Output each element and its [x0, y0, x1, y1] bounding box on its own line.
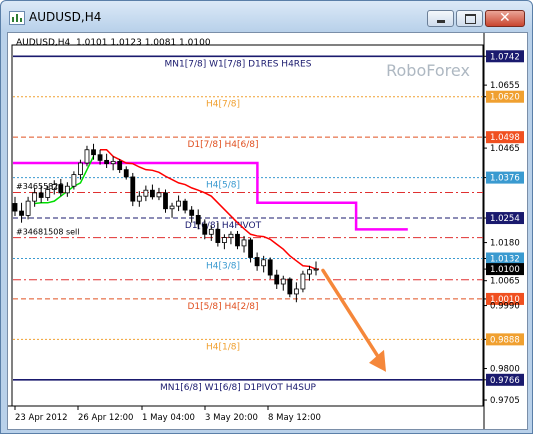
candle-body [195, 214, 201, 225]
candle-body [300, 273, 306, 290]
close-icon: ✕ [499, 10, 511, 26]
candle-body [130, 176, 136, 202]
candle-body [71, 174, 77, 187]
price-tag-label-9: 1.0100 [490, 265, 520, 275]
candle-body [313, 268, 319, 271]
candle-body [163, 192, 168, 210]
candle-body [150, 189, 155, 198]
time-tick-label-3: 3 May 20:00 [205, 413, 258, 423]
time-tick-label-1: 26 Apr 12:00 [78, 413, 133, 423]
time-tick-label-4: 8 May 12:00 [268, 413, 321, 423]
level-label-1: H4[7/8] [206, 100, 240, 110]
candle-body [267, 259, 273, 276]
price-chart[interactable]: AUDUSD,H4 1.0101 1.0123 1.0081 1.0100 Robo… [8, 33, 527, 429]
chart-ohlc: 1.0101 1.0123 1.0081 1.0100 [76, 38, 211, 48]
price-tick-label-16: 0.9705 [490, 396, 520, 406]
candle-body [189, 209, 195, 216]
candle-body [84, 149, 90, 164]
price-tag-label-6: 1.0254 [490, 214, 520, 224]
price-tag-label-2: 1.0620 [490, 93, 520, 103]
price-tick-label-12: 0.9990 [490, 302, 520, 312]
close-button[interactable]: ✕ [485, 10, 525, 27]
chart-symbol: AUDUSD,H4 [16, 38, 71, 48]
candle-body [97, 154, 103, 161]
candle-body [123, 169, 129, 178]
level-label-7: H4[1/8] [206, 342, 240, 352]
candle-body [221, 237, 227, 243]
price-tag-label-3: 1.0498 [490, 133, 520, 143]
candle-body [254, 257, 260, 267]
candle-body [78, 162, 83, 176]
chart-window: AUDUSD,H4 ✕ AUDUSD,H4 1.0101 1.0123 1.008… [0, 0, 533, 434]
title-bar[interactable]: AUDUSD,H4 ✕ [1, 1, 532, 33]
candle-body [228, 233, 234, 239]
candle-body [117, 160, 123, 171]
candle-body [38, 192, 44, 198]
price-tick-label-7: 1.0180 [490, 239, 520, 249]
candle-body [182, 200, 188, 211]
candle-body [104, 159, 110, 165]
time-tick-label-2: 1 May 04:00 [142, 413, 195, 423]
candle-body [169, 205, 175, 210]
level-label-3: H4[5/8] [206, 181, 240, 191]
candle-body [25, 200, 31, 216]
candle-body [261, 259, 267, 267]
level-label-5: H4[3/8] [206, 261, 240, 271]
chart-app-icon [9, 11, 25, 25]
candle-body [293, 288, 299, 295]
candle-body [208, 228, 214, 235]
minimize-button[interactable] [427, 10, 454, 27]
candle-body [287, 278, 293, 295]
window-title: AUDUSD,H4 [29, 10, 102, 24]
chart-area[interactable]: AUDUSD,H4 1.0101 1.0123 1.0081 1.0100 Robo… [7, 32, 528, 430]
level-label-0: MN1[7/8] W1[7/8] D1RES H4RES [165, 59, 312, 69]
price-tag-label-15: 0.9766 [490, 376, 520, 386]
candle-body [274, 274, 280, 285]
level-label-6: D1[5/8] H4[2/8] [187, 302, 258, 312]
candle-body [32, 192, 38, 202]
candle-body [12, 203, 18, 212]
robo-watermark: RoboForex [386, 61, 470, 80]
candle-body [307, 269, 312, 275]
candle-body [215, 228, 221, 243]
red-trail-line [100, 149, 319, 270]
candle-body [280, 278, 286, 285]
candle-body [19, 210, 24, 216]
candle-body [136, 195, 142, 202]
level-label-2: D1[7/8] H4[6/8] [187, 140, 258, 150]
price-tick-label-10: 1.0065 [490, 277, 520, 287]
price-tag-label-5: 1.0376 [490, 174, 520, 184]
candle-body [202, 223, 208, 235]
price-tick-label-1: 1.0655 [490, 81, 520, 91]
candle-body [235, 233, 240, 247]
maximize-button[interactable] [456, 10, 483, 27]
time-tick-label-0: 23 Apr 2012 [15, 413, 68, 423]
candle-body [91, 149, 96, 156]
order-label-0: #34655826 [16, 182, 63, 191]
candle-body [110, 160, 116, 165]
minimize-icon [437, 20, 445, 23]
candle-body [64, 185, 70, 194]
candle-body [156, 192, 162, 198]
price-tick-label-4: 1.0465 [490, 144, 520, 154]
level-label-8: MN1[6/8] W1[6/8] D1PIVOT H4SUP [160, 383, 317, 393]
price-tag-label-0: 1.0742 [490, 52, 520, 62]
forecast-arrow-shaft [321, 268, 384, 365]
maximize-icon [465, 14, 476, 24]
candle-body [176, 200, 181, 207]
candle-body [241, 239, 247, 247]
candle-body [143, 189, 149, 197]
price-tag-label-8: 1.0132 [490, 254, 520, 264]
candle-body [248, 239, 253, 258]
order-label-1: #34681508 sell [16, 227, 80, 236]
price-tag-label-13: 0.9888 [490, 335, 520, 345]
price-tick-label-14: 0.9800 [490, 365, 520, 375]
